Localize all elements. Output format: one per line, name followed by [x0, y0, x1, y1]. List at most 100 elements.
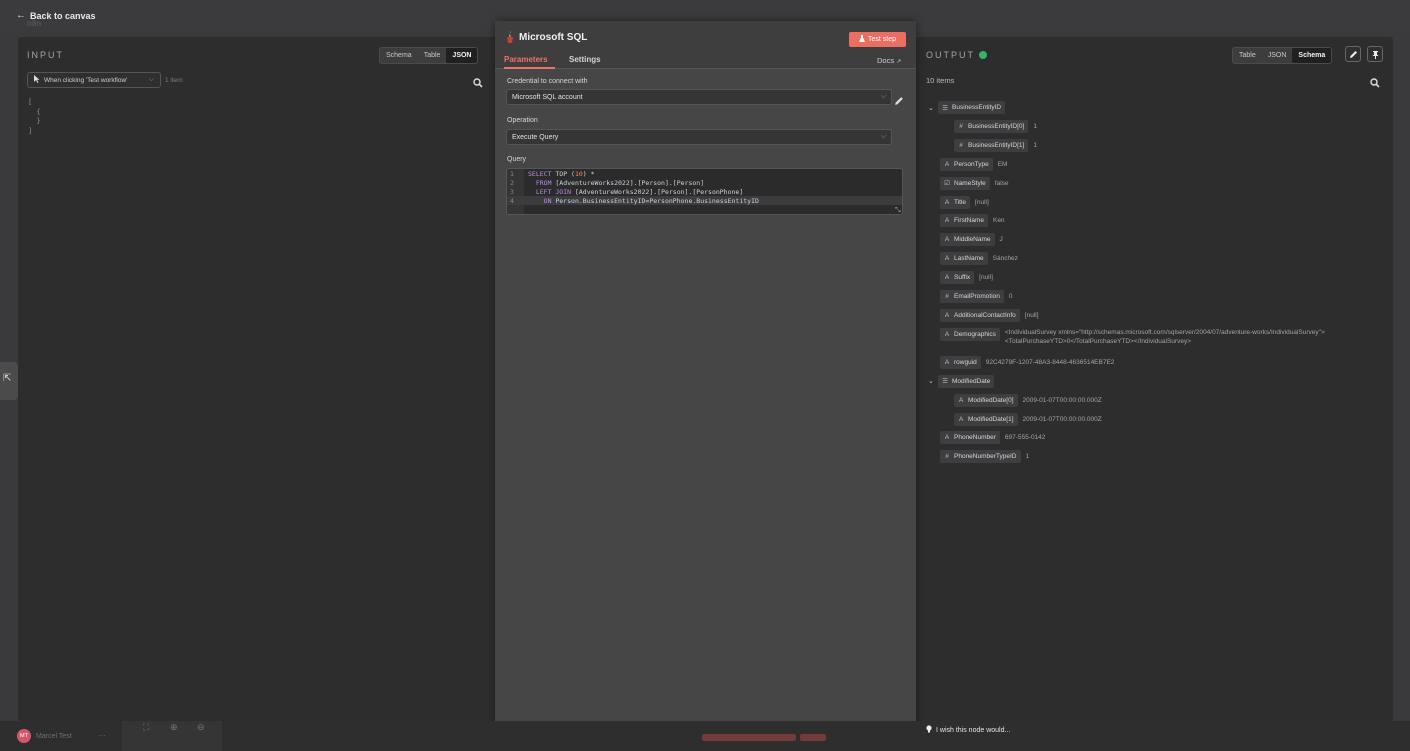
schema-field-row: A AdditionalContactInfo [null] [940, 308, 1039, 322]
tab-settings[interactable]: Settings [569, 55, 601, 64]
string-type-icon: A [944, 236, 950, 244]
back-to-canvas-link[interactable]: ← Back to canvas [16, 10, 96, 21]
schema-field-value: 697-555-0142 [1004, 434, 1046, 442]
schema-field-row: A MiddleName J [940, 233, 1003, 247]
schema-field-name: EmailPromotion [954, 293, 1000, 300]
query-line: 1 SELECT TOP (10) * [507, 169, 902, 178]
schema-field-pill[interactable]: A PhoneNumber [940, 431, 1000, 445]
schema-field-name: PhoneNumber [954, 434, 996, 442]
search-icon[interactable] [1370, 75, 1380, 88]
output-view-json[interactable]: JSON [1262, 48, 1293, 63]
json-line: [ [28, 98, 33, 106]
panel-drag-handle[interactable]: ⇱ [0, 362, 18, 400]
output-view-schema[interactable]: Schema [1292, 48, 1332, 63]
execute-workflow-ghost [702, 734, 796, 741]
zoom-out-icon[interactable]: ⊖ [197, 722, 205, 733]
string-type-icon: A [944, 330, 950, 338]
schema-field-pill[interactable]: # BusinessEntityID[1] [954, 138, 1029, 152]
schema-field-name: Demographics [954, 330, 996, 338]
pin-data-button[interactable] [1367, 46, 1383, 62]
cursor-pointer-icon [34, 75, 40, 85]
docs-label: Docs [877, 56, 895, 65]
schema-field-value: [null] [1024, 311, 1039, 319]
schema-field-pill[interactable]: A ModifiedDate[1] [954, 412, 1018, 426]
query-editor[interactable]: 1 SELECT TOP (10) * 2 FROM [AdventureWor… [506, 168, 903, 215]
schema-field-value: 2009-01-07T00:00:00.000Z [1022, 415, 1102, 423]
schema-field-pill[interactable]: ☰ ModifiedDate [938, 374, 995, 388]
schema-field-pill[interactable]: A AdditionalContactInfo [940, 308, 1020, 322]
node-settings-panel: Microsoft SQL Test step Parameters Setti… [495, 21, 916, 735]
schema-field-pill[interactable]: A FirstName [940, 214, 988, 228]
edit-output-button[interactable] [1345, 46, 1361, 62]
docs-link[interactable]: Docs ↗ [877, 56, 901, 65]
schema-field-pill[interactable]: ☰ BusinessEntityID [938, 101, 1006, 114]
schema-field-pill[interactable]: # EmailPromotion [940, 290, 1004, 303]
fit-view-icon[interactable]: ⛶ [143, 722, 149, 733]
schema-field-value: Ken [992, 217, 1005, 225]
input-view-table[interactable]: Table [418, 48, 447, 63]
schema-field-name: PersonType [954, 160, 989, 168]
input-view-json[interactable]: JSON [446, 48, 478, 63]
schema-field-pill[interactable]: A Title [940, 195, 971, 209]
schema-field-name: ModifiedDate[0] [968, 396, 1014, 404]
schema-field-value: false [994, 179, 1009, 187]
avatar[interactable]: MT [17, 729, 31, 743]
string-type-icon: A [944, 274, 950, 282]
input-item-count: 1 item [165, 77, 183, 84]
schema-field-value: 92C4279F-1207-48A3-8448-4636514EB7E2 [985, 358, 1115, 366]
output-item-count: 10 items [926, 76, 955, 85]
credential-select[interactable]: Microsoft SQL account ⌵ [506, 89, 892, 105]
schema-field-row: A LastName Sánchez [940, 252, 1018, 266]
schema-field-row: A ModifiedDate[0] 2009-01-07T00:00:00.000Z [954, 393, 1102, 407]
schema-field-row: # EmailPromotion 0 [940, 290, 1013, 303]
schema-field-name: Title [954, 198, 967, 206]
schema-field-pill[interactable]: A Demographics [940, 327, 1000, 341]
output-view-table[interactable]: Table [1233, 48, 1262, 63]
schema-field-pill[interactable]: A MiddleName [940, 233, 995, 247]
user-menu-icon[interactable]: ··· [98, 731, 106, 740]
output-title-text: OUTPUT [926, 50, 975, 60]
chevron-down-icon: ⌵ [880, 133, 886, 140]
node-header: Microsoft SQL Test step Parameters Setti… [495, 21, 916, 69]
schema-field-row: # BusinessEntityID[0] 1 [954, 119, 1037, 133]
line-number: 4 [510, 197, 514, 205]
schema-field-value: 0 [1008, 293, 1013, 300]
schema-field-row: A PersonType EM [940, 157, 1007, 171]
input-panel-title: INPUT [27, 50, 64, 60]
schema-field-row: Arowguid 92C4279F-1207-48A3-8448-4636514E… [940, 355, 1115, 369]
operation-label: Operation [507, 117, 538, 124]
expand-editor-icon[interactable]: ⤡ [895, 206, 901, 214]
schema-field-pill[interactable]: A LastName [940, 252, 988, 266]
schema-field-row: ⌄ ☰ BusinessEntityID [928, 101, 1006, 114]
test-step-button[interactable]: Test step [849, 32, 906, 47]
edit-credential-button[interactable] [894, 93, 904, 105]
input-view-schema[interactable]: Schema [380, 48, 418, 63]
schema-field-pill[interactable]: A PersonType [940, 157, 993, 171]
node-title: Microsoft SQL [519, 32, 588, 43]
schema-field-name: BusinessEntityID[0] [968, 122, 1025, 130]
operation-select[interactable]: Execute Query ⌵ [506, 129, 892, 145]
tab-parameters[interactable]: Parameters [504, 55, 548, 64]
drag-arrows-icon: ⇱ [3, 373, 12, 384]
input-node-select[interactable]: When clicking 'Test workflow' ⌵ [27, 72, 161, 88]
schema-field-pill[interactable]: # BusinessEntityID[0] [954, 119, 1029, 133]
schema-field-value: [null] [975, 198, 989, 206]
input-json-view: [ { } ] [28, 98, 41, 136]
pin-icon [1372, 50, 1378, 59]
schema-field-pill[interactable]: ☑ NameStyle [940, 176, 990, 190]
schema-field-pill[interactable]: A Suffix [940, 271, 975, 285]
schema-field-name: ModifiedDate [952, 377, 991, 385]
input-panel: INPUT Schema Table JSON When clicking 'T… [18, 37, 495, 721]
test-step-label: Test step [867, 36, 896, 43]
arrow-left-icon: ← [16, 10, 26, 21]
schema-field-pill[interactable]: A ModifiedDate[0] [954, 393, 1018, 407]
chevron-down-icon: ⌵ [148, 76, 154, 83]
schema-field-pill[interactable]: Arowguid [940, 355, 981, 369]
chevron-down-icon[interactable]: ⌄ [928, 377, 938, 385]
search-icon[interactable] [473, 75, 483, 88]
zoom-in-icon[interactable]: ⊕ [170, 722, 178, 733]
schema-field-pill[interactable]: # PhoneNumberTypeID [940, 450, 1021, 464]
schema-field-value: 1 [1025, 453, 1030, 461]
feedback-link[interactable]: I wish this node would... [926, 725, 1010, 735]
chevron-down-icon[interactable]: ⌄ [928, 104, 938, 112]
